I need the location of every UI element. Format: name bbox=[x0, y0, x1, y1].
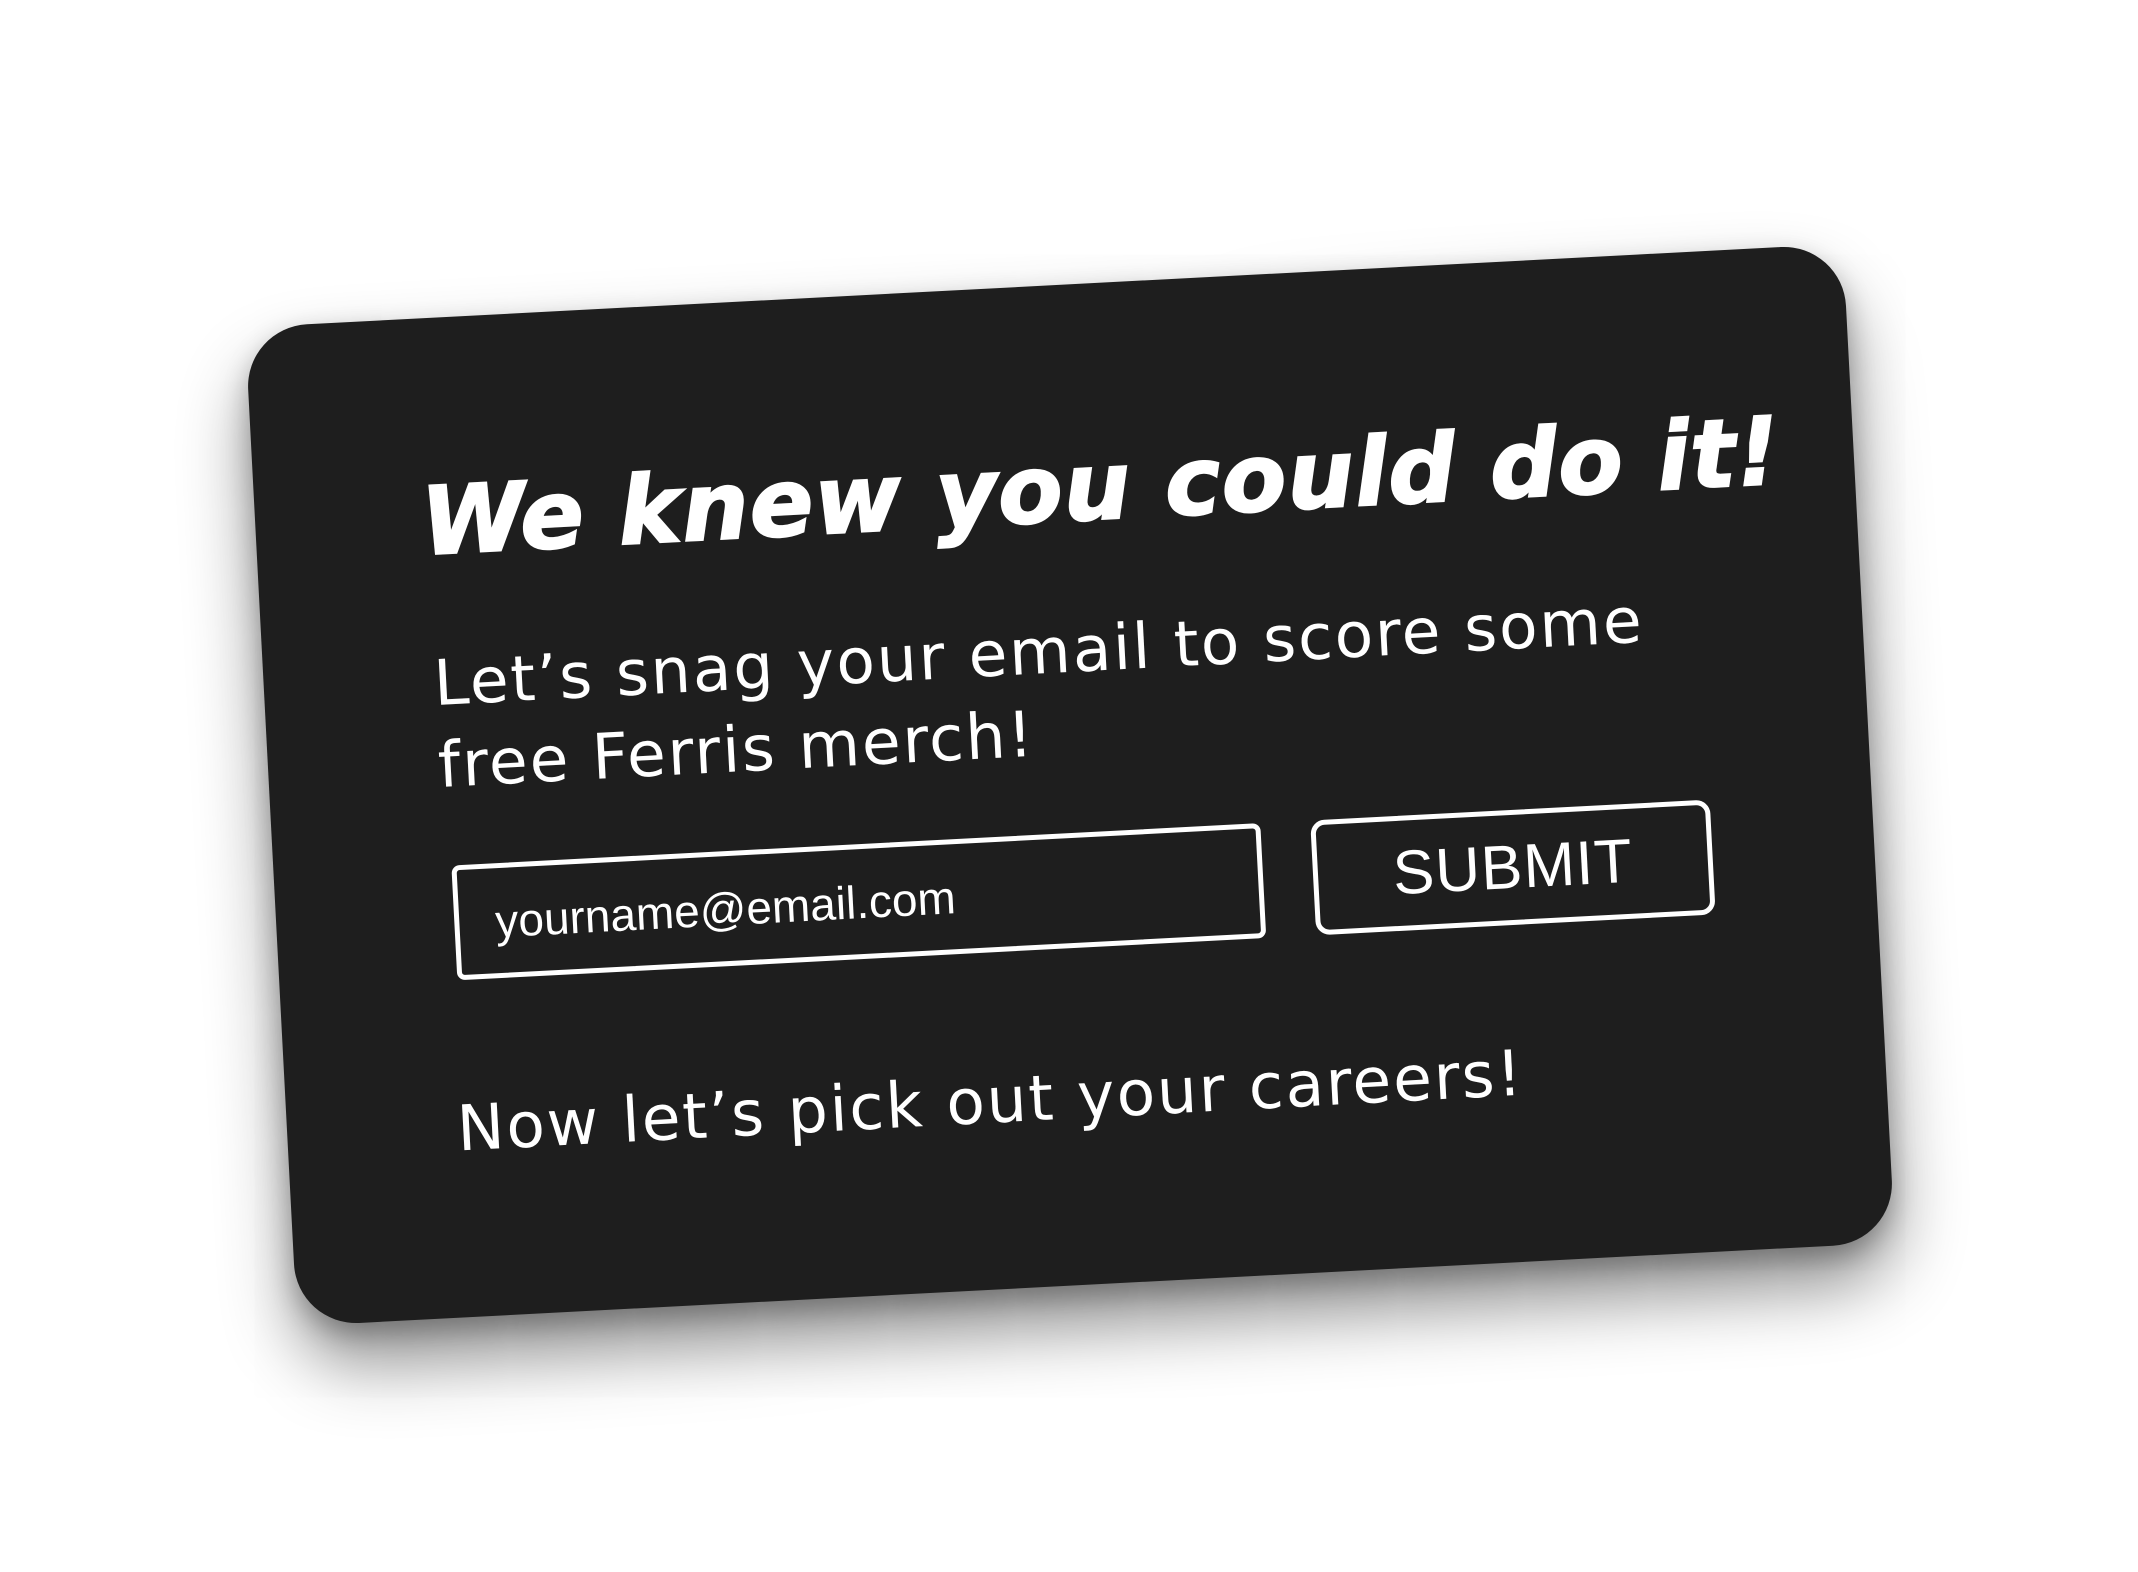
subtext: Let’s snag your email to score some free… bbox=[431, 583, 1646, 802]
footer-text: Now let’s pick out your careers! bbox=[455, 1036, 1526, 1166]
signup-card: We knew you could do it! Let’s snag your… bbox=[244, 243, 1896, 1327]
headline: We knew you could do it! bbox=[418, 396, 1784, 578]
submit-button[interactable]: SUBMIT bbox=[1310, 799, 1716, 936]
email-field[interactable] bbox=[451, 823, 1267, 981]
page: We knew you could do it! Let’s snag your… bbox=[0, 0, 2138, 1572]
